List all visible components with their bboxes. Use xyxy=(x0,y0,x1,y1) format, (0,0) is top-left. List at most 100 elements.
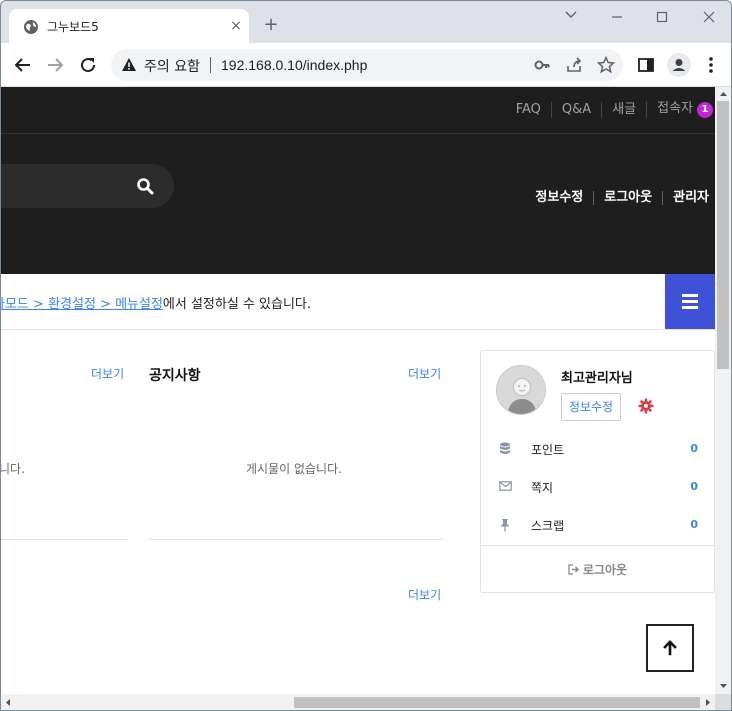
default-avatar-icon xyxy=(497,366,545,414)
kebab-menu-icon xyxy=(709,57,713,73)
top-link-visitors[interactable]: 접속자 1 xyxy=(646,101,715,118)
reload-icon xyxy=(81,58,96,73)
close-icon xyxy=(703,11,715,23)
browser-window: 그누보드5 × + 주의 요함 192.168.0.10/index.php F… xyxy=(0,0,732,711)
notice-sep-1: > xyxy=(28,297,49,312)
scrollbar-corner xyxy=(715,694,731,710)
site-search-box[interactable] xyxy=(1,164,174,208)
back-button[interactable] xyxy=(11,53,35,77)
member-edit-link[interactable]: 정보수정 xyxy=(525,191,593,205)
notice-suffix: 에서 설정하실 수 있습니다. xyxy=(162,297,312,312)
scrap-label: 스크랩 xyxy=(531,519,565,533)
tab-strip: 그누보드5 × + xyxy=(1,1,731,43)
left-more-link[interactable]: 더보기 xyxy=(91,365,124,382)
browser-tab[interactable]: 그누보드5 × xyxy=(9,9,249,43)
notice-link-settings[interactable]: 환경설정 xyxy=(48,297,96,312)
scroll-left-arrow-icon[interactable] xyxy=(2,694,14,711)
notice-board-title[interactable]: 공지사항 xyxy=(149,365,201,385)
notice-column-divider xyxy=(148,539,444,540)
point-value: 0 xyxy=(690,442,698,455)
tab-close-button[interactable]: × xyxy=(227,17,245,35)
admin-link[interactable]: 관리자 xyxy=(662,191,709,205)
close-window-button[interactable] xyxy=(691,7,727,27)
scrap-row[interactable]: 스크랩 0 xyxy=(481,516,714,536)
warning-icon xyxy=(122,58,136,71)
gear-icon[interactable] xyxy=(638,398,654,414)
address-bar[interactable]: 주의 요함 192.168.0.10/index.php xyxy=(111,49,623,81)
browser-menu-button[interactable] xyxy=(701,53,721,77)
horizontal-scroll-thumb[interactable] xyxy=(294,697,700,708)
visitor-label: 접속자 xyxy=(657,101,693,116)
omnibox-divider xyxy=(210,57,211,73)
browser-toolbar: 주의 요함 192.168.0.10/index.php xyxy=(1,43,731,87)
profile-edit-button[interactable]: 정보수정 xyxy=(561,393,621,421)
side-panel-icon xyxy=(638,58,654,72)
menu-notice-text: 라모드 > 환경설정 > 메뉴설정에서 설정하실 수 있습니다. xyxy=(1,293,311,312)
notice-empty-message: 게시물이 없습니다. xyxy=(246,462,342,476)
new-tab-button[interactable]: + xyxy=(261,15,281,35)
horizontal-scrollbar[interactable] xyxy=(1,694,715,711)
left-column-divider xyxy=(1,539,128,540)
login-box-divider xyxy=(481,545,714,546)
hamburger-line xyxy=(682,294,698,297)
database-icon xyxy=(500,442,510,454)
tab-title: 그누보드5 xyxy=(47,20,99,34)
minimize-icon xyxy=(612,16,622,18)
point-row[interactable]: 포인트 0 xyxy=(481,440,714,460)
member-login-box: 최고관리자님 정보수정 포인트 0 쪽지 0 스크랩 0 로그아웃 xyxy=(480,350,715,593)
side-panel-button[interactable] xyxy=(634,53,658,77)
hamburger-menu-button[interactable] xyxy=(665,274,715,329)
scroll-right-arrow-icon[interactable] xyxy=(702,694,714,711)
star-icon[interactable] xyxy=(597,56,615,74)
top-links: FAQ Q&A 새글 접속자 1 xyxy=(506,101,715,118)
search-icon[interactable] xyxy=(136,177,154,195)
avatar xyxy=(496,365,546,415)
member-links: 정보수정 로그아웃 관리자 xyxy=(525,191,709,205)
site-top-bar: FAQ Q&A 새글 접속자 1 xyxy=(1,87,715,134)
maximize-button[interactable] xyxy=(644,7,680,27)
key-icon[interactable] xyxy=(533,56,551,74)
user-icon xyxy=(672,59,686,71)
vertical-scrollbar[interactable] xyxy=(715,87,732,694)
vertical-scroll-thumb[interactable] xyxy=(717,101,729,369)
maximize-icon xyxy=(656,11,668,23)
logout-button[interactable]: 로그아웃 xyxy=(481,561,714,578)
member-name: 최고관리자님 xyxy=(561,371,633,386)
bottom-more-link[interactable]: 더보기 xyxy=(408,586,441,603)
top-link-faq[interactable]: FAQ xyxy=(506,102,551,118)
thumbtack-icon xyxy=(500,519,510,532)
hamburger-line xyxy=(682,300,698,303)
notice-link-admin[interactable]: 라모드 xyxy=(1,297,29,312)
tab-search-button[interactable] xyxy=(553,7,589,27)
scroll-to-top-button[interactable] xyxy=(646,624,694,672)
member-logout-link[interactable]: 로그아웃 xyxy=(593,191,662,205)
top-link-qna[interactable]: Q&A xyxy=(550,101,601,118)
scroll-up-arrow-icon[interactable] xyxy=(715,88,732,100)
scrap-value: 0 xyxy=(690,518,698,531)
logout-label: 로그아웃 xyxy=(582,563,628,577)
memo-value: 0 xyxy=(690,480,698,493)
notice-link-menu-settings[interactable]: 메뉴설정 xyxy=(115,297,163,312)
menu-notice-bar: 라모드 > 환경설정 > 메뉴설정에서 설정하실 수 있습니다. xyxy=(1,274,715,330)
arrow-right-icon xyxy=(48,58,64,72)
notice-sep-2: > xyxy=(95,297,116,312)
left-empty-message: 니다. xyxy=(1,462,25,476)
globe-icon xyxy=(24,20,38,34)
visitor-count-badge: 1 xyxy=(697,102,713,118)
security-label[interactable]: 주의 요함 xyxy=(144,56,200,76)
notice-more-link[interactable]: 더보기 xyxy=(408,365,441,382)
hamburger-line xyxy=(682,306,698,309)
url-text[interactable]: 192.168.0.10/index.php xyxy=(221,57,367,73)
chevron-down-icon xyxy=(565,11,577,18)
arrow-left-icon xyxy=(14,58,30,72)
point-label: 포인트 xyxy=(531,443,565,457)
minimize-button[interactable] xyxy=(599,7,635,27)
share-icon[interactable] xyxy=(565,56,583,74)
profile-button[interactable] xyxy=(667,53,691,77)
forward-button[interactable] xyxy=(43,53,67,77)
top-link-new-posts[interactable]: 새글 xyxy=(601,101,646,118)
scroll-down-arrow-icon[interactable] xyxy=(715,680,732,692)
memo-row[interactable]: 쪽지 0 xyxy=(481,478,714,498)
reload-button[interactable] xyxy=(76,53,100,77)
memo-label: 쪽지 xyxy=(531,481,554,495)
